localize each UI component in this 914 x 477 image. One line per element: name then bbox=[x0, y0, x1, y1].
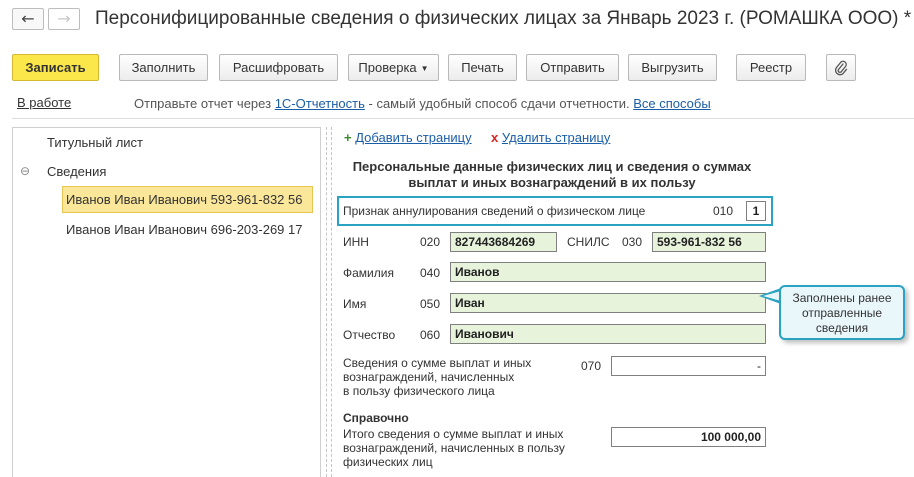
pane-splitter[interactable] bbox=[326, 127, 332, 477]
patronymic-label: Отчество bbox=[343, 328, 396, 342]
back-button[interactable]: ← bbox=[12, 8, 44, 30]
attach-button[interactable] bbox=[826, 54, 856, 81]
status-row: В работе bbox=[17, 95, 71, 110]
tree-item-person-selected[interactable]: Иванов Иван Иванович 593-961-832 56 bbox=[62, 186, 313, 213]
snils-code: 030 bbox=[622, 235, 643, 249]
total-field: 100 000,00 bbox=[611, 427, 766, 447]
window-title: Персонифицированные сведения о физически… bbox=[95, 8, 912, 29]
inn-label: ИНН bbox=[343, 235, 369, 249]
total-label-line1: Итого сведения о сумме выплат и иных bbox=[343, 427, 564, 441]
delete-page-link[interactable]: Удалить страницу bbox=[502, 130, 611, 145]
collapse-icon[interactable]: ⊖ bbox=[20, 164, 30, 178]
callout-line2: отправленные bbox=[801, 306, 883, 320]
surname-field[interactable]: Иванов bbox=[450, 262, 766, 282]
registry-button[interactable]: Реестр bbox=[736, 54, 806, 81]
check-label: Проверка bbox=[358, 60, 417, 75]
status-divider bbox=[12, 118, 914, 119]
export-button[interactable]: Выгрузить bbox=[628, 54, 717, 81]
payments-field[interactable]: - bbox=[611, 356, 766, 376]
form-heading-line2: выплат и иных вознаграждений в их пользу bbox=[408, 175, 696, 190]
delete-icon: x bbox=[491, 130, 499, 145]
1c-reporting-link[interactable]: 1С-Отчетность bbox=[275, 96, 365, 111]
send-button[interactable]: Отправить bbox=[526, 54, 619, 81]
sections-tree[interactable] bbox=[12, 127, 321, 477]
payments-code: 070 bbox=[581, 359, 602, 373]
print-button[interactable]: Печать bbox=[448, 54, 517, 81]
tree-item-person[interactable]: Иванов Иван Иванович 696-203-269 17 bbox=[66, 222, 302, 237]
payments-label-line1: Сведения о сумме выплат и иных bbox=[343, 356, 532, 370]
status-state-link[interactable]: В работе bbox=[17, 95, 71, 110]
annul-flag-field[interactable]: 1 bbox=[746, 201, 766, 221]
form-heading-line1: Персональные данные физических лиц и све… bbox=[352, 159, 752, 174]
payments-label: Сведения о сумме выплат и иных вознаграж… bbox=[343, 356, 531, 398]
check-dropdown-button[interactable]: Проверка ▼ bbox=[348, 54, 439, 81]
paperclip-icon bbox=[834, 60, 848, 76]
send-hint-suffix: - самый удобный способ сдачи отчетности. bbox=[368, 96, 630, 111]
inn-code: 020 bbox=[420, 235, 441, 249]
name-label: Имя bbox=[343, 297, 367, 311]
patronymic-code: 060 bbox=[420, 328, 441, 342]
name-field[interactable]: Иван bbox=[450, 293, 766, 313]
send-hint: Отправьте отчет через 1С-Отчетность - са… bbox=[134, 96, 711, 111]
snils-label: СНИЛС bbox=[567, 235, 610, 249]
name-code: 050 bbox=[420, 297, 441, 311]
decode-button[interactable]: Расшифровать bbox=[219, 54, 338, 81]
payments-label-line3: в пользу физического лица bbox=[343, 384, 495, 398]
surname-label: Фамилия bbox=[343, 266, 394, 280]
fill-button[interactable]: Заполнить bbox=[119, 54, 208, 81]
chevron-down-icon: ▼ bbox=[420, 64, 429, 74]
delete-page-action[interactable]: x Удалить страницу bbox=[491, 130, 610, 145]
callout-line3: сведения bbox=[815, 321, 869, 335]
snils-field[interactable]: 593-961-832 56 bbox=[652, 232, 766, 252]
tree-item-title-page[interactable]: Титульный лист bbox=[47, 135, 143, 150]
form-heading: Персональные данные физических лиц и све… bbox=[340, 159, 764, 191]
total-label-line3: физических лиц bbox=[343, 455, 433, 469]
surname-code: 040 bbox=[420, 266, 441, 280]
send-hint-prefix: Отправьте отчет через bbox=[134, 96, 272, 111]
all-methods-link[interactable]: Все способы bbox=[633, 96, 710, 111]
callout-line1: Заполнены ранее bbox=[792, 291, 892, 305]
reference-heading: Справочно bbox=[343, 411, 409, 425]
save-button[interactable]: Записать bbox=[12, 54, 99, 81]
annul-label: Признак аннулирования сведений о физичес… bbox=[343, 204, 646, 218]
forward-button[interactable]: → bbox=[48, 8, 80, 30]
callout-note: Заполнены ранее отправленные сведения bbox=[779, 285, 905, 340]
inn-field[interactable]: 827443684269 bbox=[450, 232, 557, 252]
plus-icon: + bbox=[344, 130, 352, 145]
payments-label-line2: вознаграждений, начисленных bbox=[343, 370, 515, 384]
total-label-line2: вознаграждений, начисленных в пользу bbox=[343, 441, 565, 455]
patronymic-field[interactable]: Иванович bbox=[450, 324, 766, 344]
add-page-link[interactable]: Добавить страницу bbox=[355, 130, 471, 145]
tree-item-group-svedeniya[interactable]: Сведения bbox=[47, 164, 106, 179]
total-label: Итого сведения о сумме выплат и иных воз… bbox=[343, 427, 565, 469]
add-page-action[interactable]: + Добавить страницу bbox=[344, 130, 472, 145]
annul-code: 010 bbox=[713, 204, 734, 218]
